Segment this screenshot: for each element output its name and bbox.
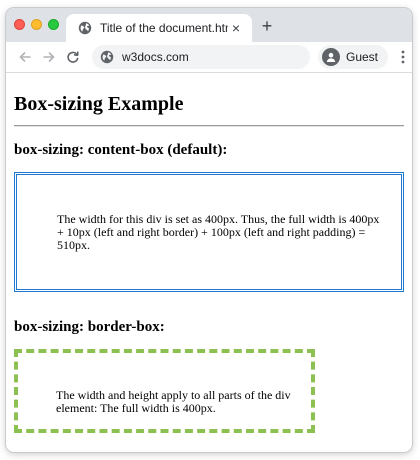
close-window-button[interactable] xyxy=(14,19,25,30)
border-box-text: The width and height apply to all parts … xyxy=(56,388,291,415)
browser-toolbar: w3docs.com Guest xyxy=(6,42,412,73)
content-box-heading: box-sizing: content-box (default): xyxy=(14,142,228,158)
tab-strip: Title of the document.html × + xyxy=(6,8,412,42)
arrow-left-icon[interactable] xyxy=(14,46,36,68)
tab-close-icon[interactable]: × xyxy=(228,20,244,36)
profile-button[interactable]: Guest xyxy=(317,45,388,69)
window-controls xyxy=(14,19,59,30)
browser-tab[interactable]: Title of the document.html × xyxy=(66,14,252,42)
border-box-heading: box-sizing: border-box: xyxy=(14,319,165,335)
address-bar[interactable]: w3docs.com xyxy=(92,45,310,69)
arrow-right-icon[interactable] xyxy=(38,46,60,68)
maximize-window-button[interactable] xyxy=(48,19,59,30)
globe-icon xyxy=(78,21,92,35)
site-info-icon[interactable] xyxy=(100,50,114,64)
page-content: Box-sizing Example box-sizing: content-b… xyxy=(6,73,412,433)
address-url: w3docs.com xyxy=(122,50,189,64)
profile-label: Guest xyxy=(345,50,378,64)
horizontal-rule xyxy=(14,125,404,127)
person-icon xyxy=(321,48,340,66)
minimize-window-button[interactable] xyxy=(31,19,42,30)
page-title: Box-sizing Example xyxy=(14,93,184,115)
kebab-menu-icon[interactable] xyxy=(394,46,412,68)
browser-window: Title of the document.html × + w3docs.co… xyxy=(6,8,412,452)
border-box-example: The width and height apply to all parts … xyxy=(14,349,315,433)
content-box-example: The width for this div is set as 400px. … xyxy=(14,172,404,292)
new-tab-button[interactable]: + xyxy=(258,16,276,36)
reload-icon[interactable] xyxy=(62,46,84,68)
content-box-text: The width for this div is set as 400px. … xyxy=(57,212,380,252)
tab-title: Title of the document.html xyxy=(100,21,228,35)
